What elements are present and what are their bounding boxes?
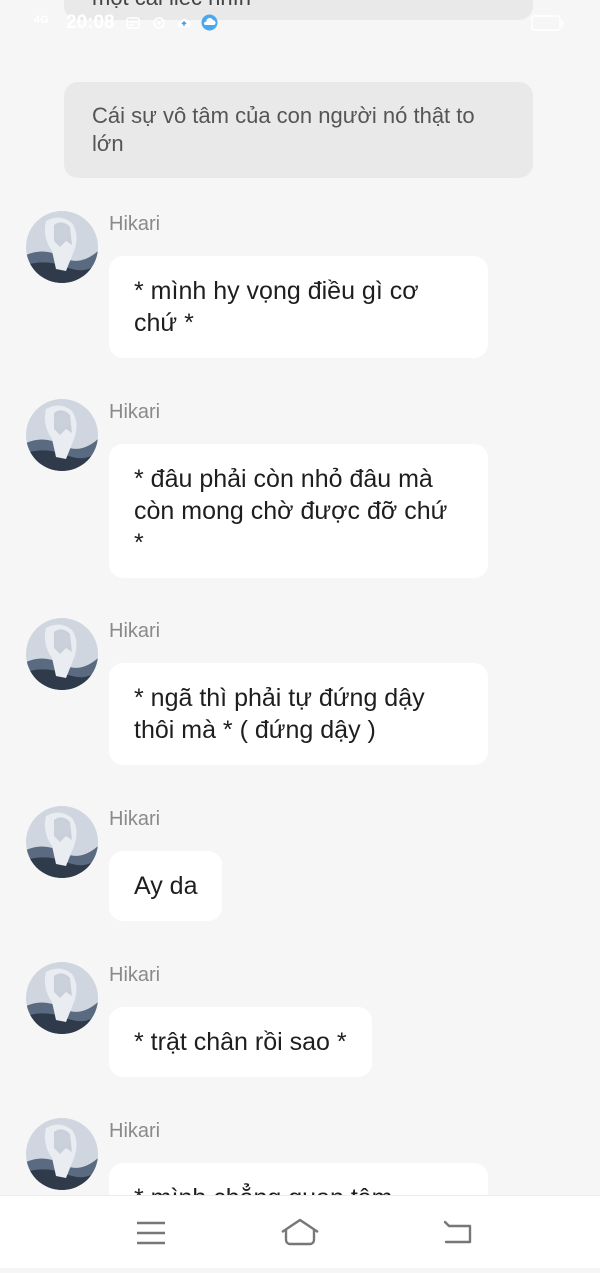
avatar[interactable] [26,806,98,878]
menu-button[interactable] [110,1196,190,1268]
signal-indicator: 4G [34,14,49,26]
sender-name: Hikari [109,964,161,986]
menu-icon [137,1221,165,1245]
message-bubble: Ay da [109,851,223,921]
chat-area[interactable]: một cái liếc nhìn Cái sự vô tâm của con … [0,0,600,1195]
sender-name: Hikari [109,401,161,423]
home-icon [281,1218,319,1246]
message-icon [126,16,140,30]
message-bubble: * ngã thì phải tự đứng dậy thôi mà * ( đ… [109,663,488,765]
message-bubble: * mình chẳng quan tâm [109,1163,488,1195]
clock: 20:08 [66,12,115,33]
navigation-bar [0,1195,600,1268]
settings-icon [152,16,166,30]
back-icon [443,1220,472,1244]
message-bubble: * đâu phải còn nhỏ đâu mà còn mong chờ đ… [109,444,488,578]
avatar[interactable] [26,399,98,471]
user-message: Cái sự vô tâm của con người nó thật to l… [64,82,533,178]
message-text: Cái sự vô tâm của con người nó thật to l… [92,103,475,156]
sender-name: Hikari [109,213,161,235]
message-bubble: * trật chân rồi sao * [109,1007,372,1077]
battery-icon [531,15,564,31]
cloud-upload-icon [177,16,191,30]
sender-name: Hikari [109,1120,161,1142]
home-button[interactable] [260,1196,340,1268]
avatar[interactable] [26,618,98,690]
avatar[interactable] [26,1118,98,1190]
status-bar: 4G 20:08 [0,0,600,48]
cloud-app-icon [201,14,218,31]
message-bubble: * mình hy vọng điều gì cơ chứ * [109,256,488,358]
sender-name: Hikari [109,808,161,830]
back-button[interactable] [418,1196,498,1268]
avatar[interactable] [26,211,98,283]
sender-name: Hikari [109,620,161,642]
avatar[interactable] [26,962,98,1034]
